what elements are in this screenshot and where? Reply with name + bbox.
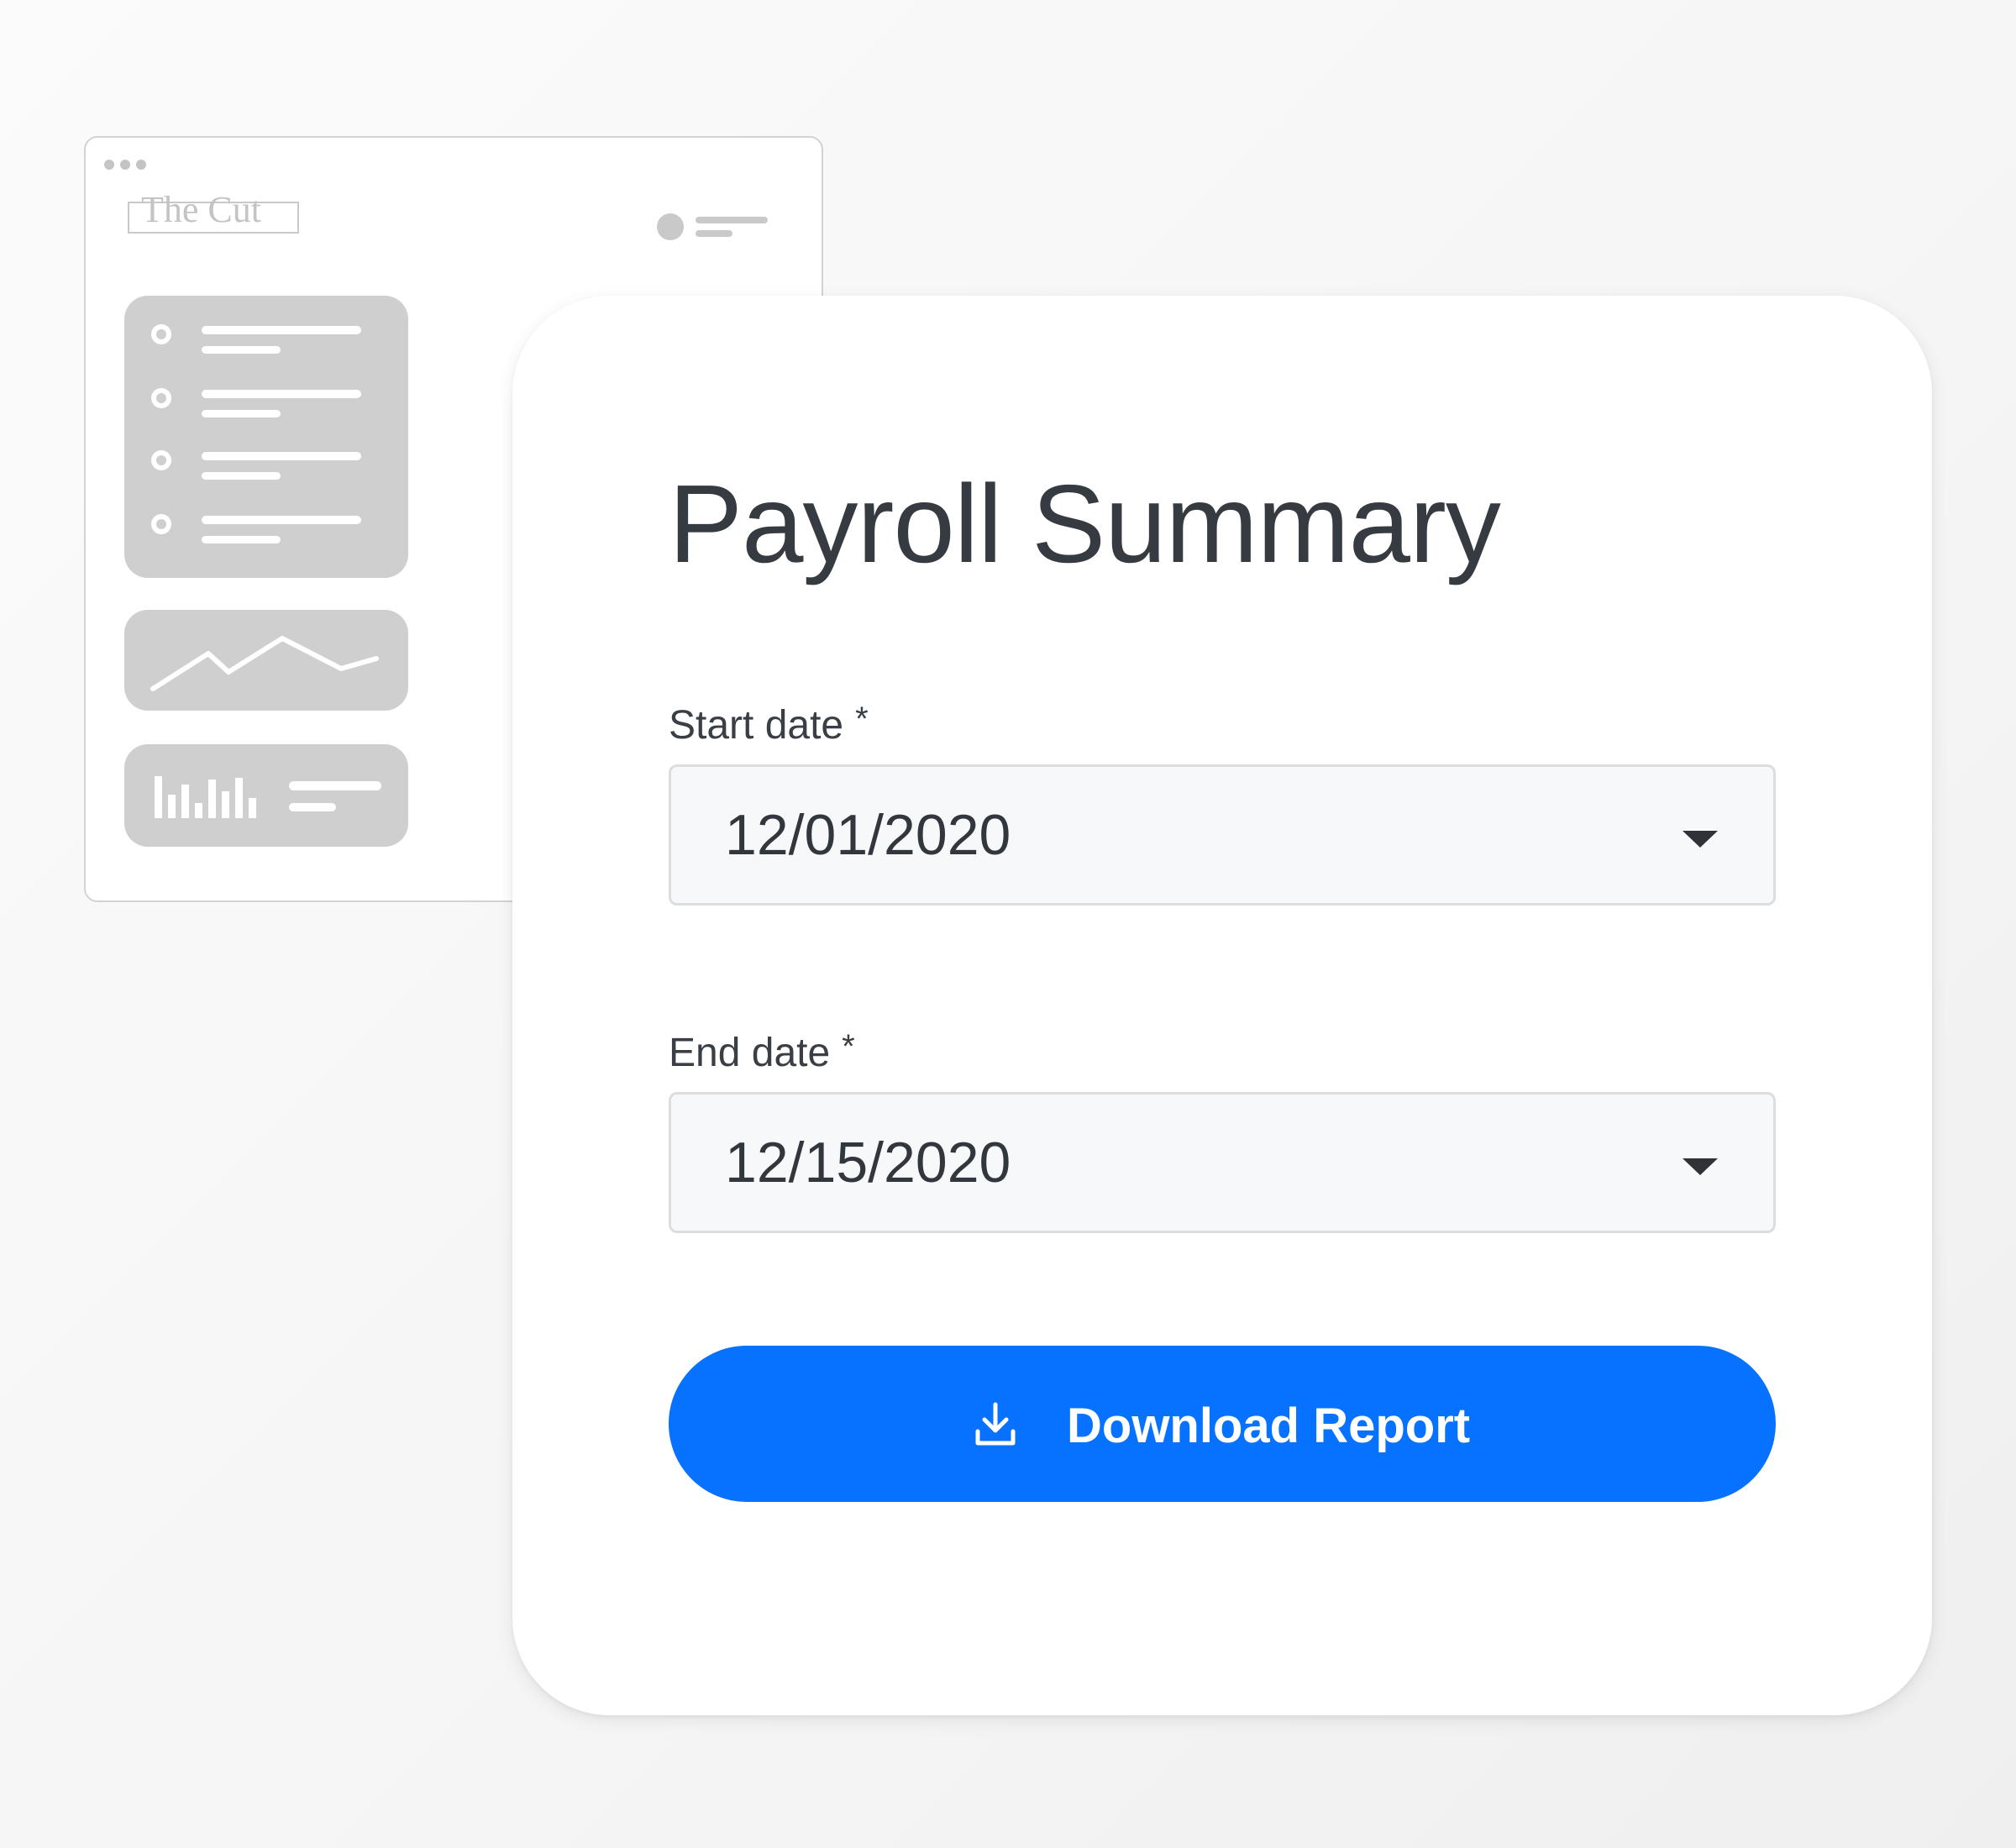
download-report-label: Download Report (1067, 1399, 1471, 1453)
user-placeholder (657, 213, 768, 247)
start-date-label: Start date * (669, 701, 869, 748)
placeholder-list-card (124, 296, 408, 578)
end-date-value: 12/15/2020 (725, 1131, 1011, 1194)
line-chart-icon (150, 636, 379, 691)
avatar-placeholder (657, 213, 684, 240)
end-date-label: End date * (669, 1028, 855, 1075)
placeholder-line-chart-card (124, 610, 408, 711)
end-date-select[interactable]: 12/15/2020 (669, 1092, 1776, 1233)
download-report-button[interactable]: Download Report (669, 1346, 1776, 1502)
payroll-summary-card: Payroll Summary Start date * 12/01/2020 E… (512, 296, 1932, 1715)
site-logo: The Cut (128, 192, 299, 234)
start-date-value: 12/01/2020 (725, 803, 1011, 867)
download-icon (975, 1402, 1016, 1446)
chevron-down-icon (1683, 831, 1718, 848)
site-logo-text: The Cut (141, 189, 261, 230)
placeholder-bar-chart-card (124, 744, 408, 847)
window-dots-icon (104, 160, 146, 170)
start-date-select[interactable]: 12/01/2020 (669, 764, 1776, 906)
required-marker: * (842, 1028, 855, 1065)
chevron-down-icon (1683, 1158, 1718, 1175)
bar-chart-icon (155, 776, 256, 818)
required-marker: * (855, 701, 869, 738)
placeholder-list-item (151, 388, 386, 422)
placeholder-list-item (151, 514, 386, 548)
placeholder-list-item (151, 324, 386, 358)
page-title: Payroll Summary (669, 462, 1501, 585)
placeholder-list-item (151, 450, 386, 484)
